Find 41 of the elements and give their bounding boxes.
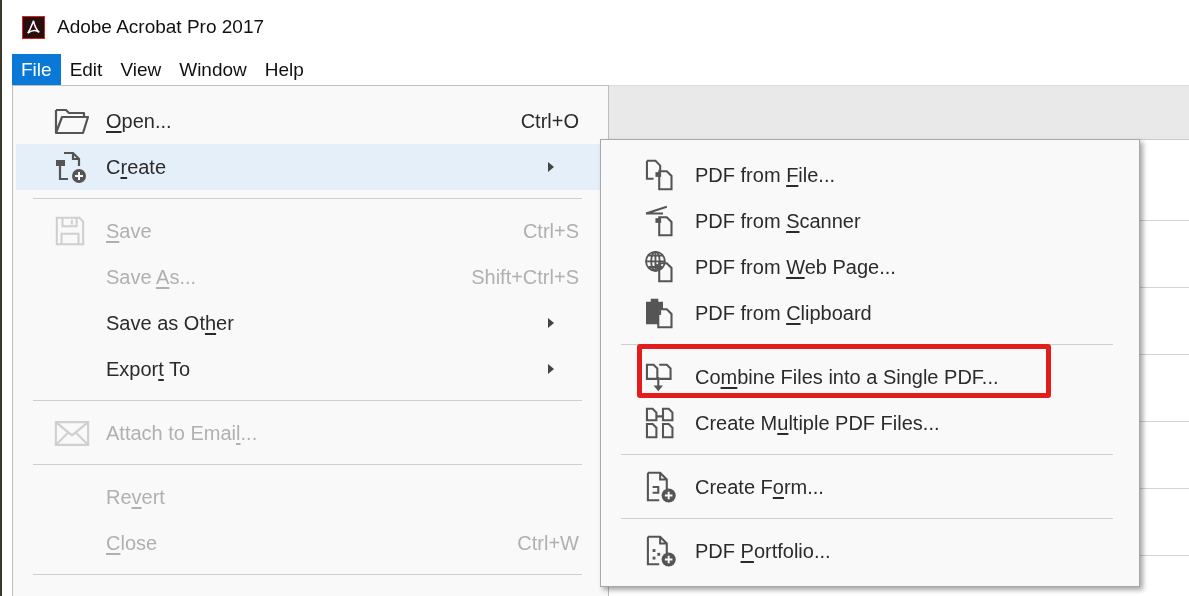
menu-item[interactable]: Create Multiple PDF Files... (604, 400, 1136, 446)
menu-bar-item[interactable]: Window (170, 54, 256, 85)
menu-item-label: PDF from File... (695, 163, 836, 187)
menu-item-label: Create Multiple PDF Files... (695, 411, 940, 435)
menu-item[interactable]: PDF from Scanner (604, 198, 1136, 244)
menu-item[interactable]: Open... Ctrl+O (16, 98, 605, 144)
shortcut-text: Ctrl+S (522, 219, 579, 243)
menu-item[interactable]: Export To (16, 346, 605, 392)
menu-bar-item[interactable]: Help (255, 54, 313, 85)
menu-item-label: PDF from Web Page... (695, 255, 896, 279)
menu-item-label: Export To (106, 357, 191, 381)
menu-item-label: Open... (106, 109, 172, 133)
shortcut-text: Shift+Ctrl+S (471, 265, 579, 289)
menu-item[interactable]: PDF from File... (604, 152, 1136, 198)
window-title: Adobe Acrobat Pro 2017 (57, 16, 265, 38)
menu-bar-item[interactable]: File (12, 54, 61, 85)
menu-item-label: Save (106, 219, 152, 243)
menu-item-label: PDF Portfolio... (695, 539, 831, 563)
menu-bar-item[interactable]: Edit (60, 54, 112, 85)
menu-item[interactable]: PDF from Clipboard (604, 290, 1136, 336)
menu-item-label: Save As... (106, 265, 197, 289)
menu-item-label: Close (106, 531, 158, 555)
menu-item[interactable]: Combine Files into a Single PDF... (604, 354, 1136, 400)
menu-item[interactable]: Create Form... (604, 464, 1136, 510)
envelope-icon (54, 419, 90, 447)
menu-item-label: PDF from Scanner (695, 209, 861, 233)
shortcut-text: Ctrl+O (520, 109, 579, 133)
menu-item-label: Create (106, 155, 167, 179)
shortcut-text: Ctrl+W (517, 531, 579, 555)
menu-item-label: Create Form... (695, 475, 824, 499)
menu-item-label: Save as Other (106, 311, 234, 335)
app-logo-icon (22, 15, 45, 39)
menu-item-label: Combine Files into a Single PDF... (695, 365, 999, 389)
menu-bar-item[interactable]: View (111, 54, 171, 85)
folder-icon (54, 106, 90, 136)
menu-item[interactable]: Save as Other (16, 300, 605, 346)
menu-item[interactable]: PDF Portfolio... (604, 528, 1136, 574)
menu-item[interactable]: PDF from Web Page... (604, 244, 1136, 290)
menu-item-label: PDF from Clipboard (695, 301, 872, 325)
menu-item-label: Attach to Email... (106, 421, 258, 445)
menu-item-label: Revert (106, 485, 165, 509)
